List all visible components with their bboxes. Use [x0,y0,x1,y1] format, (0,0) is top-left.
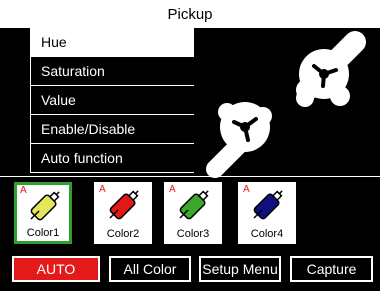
window-title: Pickup [167,5,213,23]
color-swatch-2[interactable]: A Color2 [94,182,152,244]
capture-button-label: Capture [306,261,357,277]
color-swatch-1[interactable]: A Color1 [14,182,72,244]
object-upper-right [296,31,366,107]
menu-item-hue[interactable]: Hue [31,28,194,57]
setup-menu-button[interactable]: Setup Menu [199,256,281,282]
menu-item-label: Auto function [41,150,123,166]
eyedropper-icon [253,190,283,220]
swatch-label: Color3 [176,228,210,240]
menu-item-saturation[interactable]: Saturation [31,57,194,86]
pickup-screen: Pickup Hue Saturation Value Enable/Disab… [0,0,380,291]
auto-button-label: AUTO [36,261,76,277]
swatch-label: Color2 [106,228,140,240]
camera-preview [205,28,380,178]
all-color-button-label: All Color [123,261,177,277]
divider [0,176,380,177]
swatch-label: Color4 [250,228,284,240]
menu-item-label: Saturation [41,63,105,79]
color-swatch-3[interactable]: A Color3 [164,182,222,244]
auto-button[interactable]: AUTO [12,256,100,282]
capture-button[interactable]: Capture [290,256,373,282]
menu-item-label: Hue [41,34,67,50]
eyedropper-icon [109,190,139,220]
eyedropper-icon [30,191,60,221]
title-bar: Pickup [0,0,380,29]
setup-menu-button-label: Setup Menu [202,261,278,277]
preview-image [206,31,366,178]
all-color-button[interactable]: All Color [109,256,191,282]
menu-item-enable-disable[interactable]: Enable/Disable [31,115,194,144]
menu-item-value[interactable]: Value [31,86,194,115]
menu-item-label: Enable/Disable [41,121,136,137]
eyedropper-icon [179,190,209,220]
object-lower-left [206,102,272,178]
menu-item-auto-function[interactable]: Auto function [31,144,194,173]
swatch-label: Color1 [26,227,60,239]
menu-item-label: Value [41,92,76,108]
pickup-menu: Hue Saturation Value Enable/Disable Auto… [30,28,194,173]
color-swatch-4[interactable]: A Color4 [238,182,296,244]
